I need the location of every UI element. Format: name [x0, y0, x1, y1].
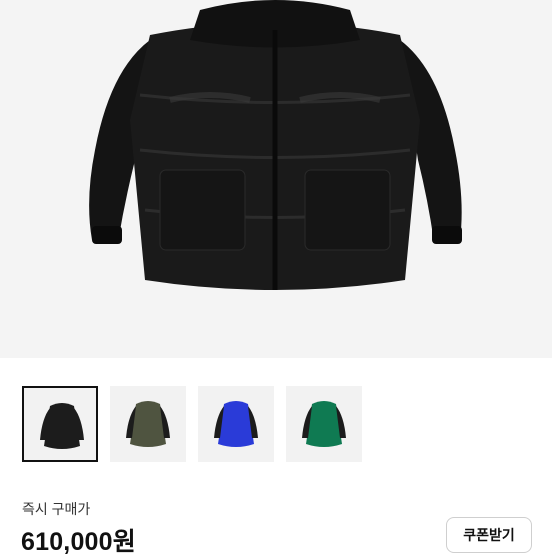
buy-now-price-label: 즉시 구매가 [22, 501, 91, 517]
thumbnail-olive[interactable] [110, 386, 186, 462]
thumbnail-green[interactable] [286, 386, 362, 462]
parka-thumbnail-icon [214, 401, 258, 447]
parka-thumbnail-icon [126, 401, 170, 447]
price: 610,000원 [21, 528, 136, 556]
product-main-image[interactable] [0, 0, 552, 358]
parka-thumbnail-icon [302, 401, 346, 447]
parka-thumbnail-icon [40, 403, 84, 449]
coupon-button[interactable]: 쿠폰받기 [446, 517, 532, 553]
parka-illustration [89, 0, 462, 290]
thumbnail-blue[interactable] [198, 386, 274, 462]
thumbnail-black[interactable] [22, 386, 98, 462]
